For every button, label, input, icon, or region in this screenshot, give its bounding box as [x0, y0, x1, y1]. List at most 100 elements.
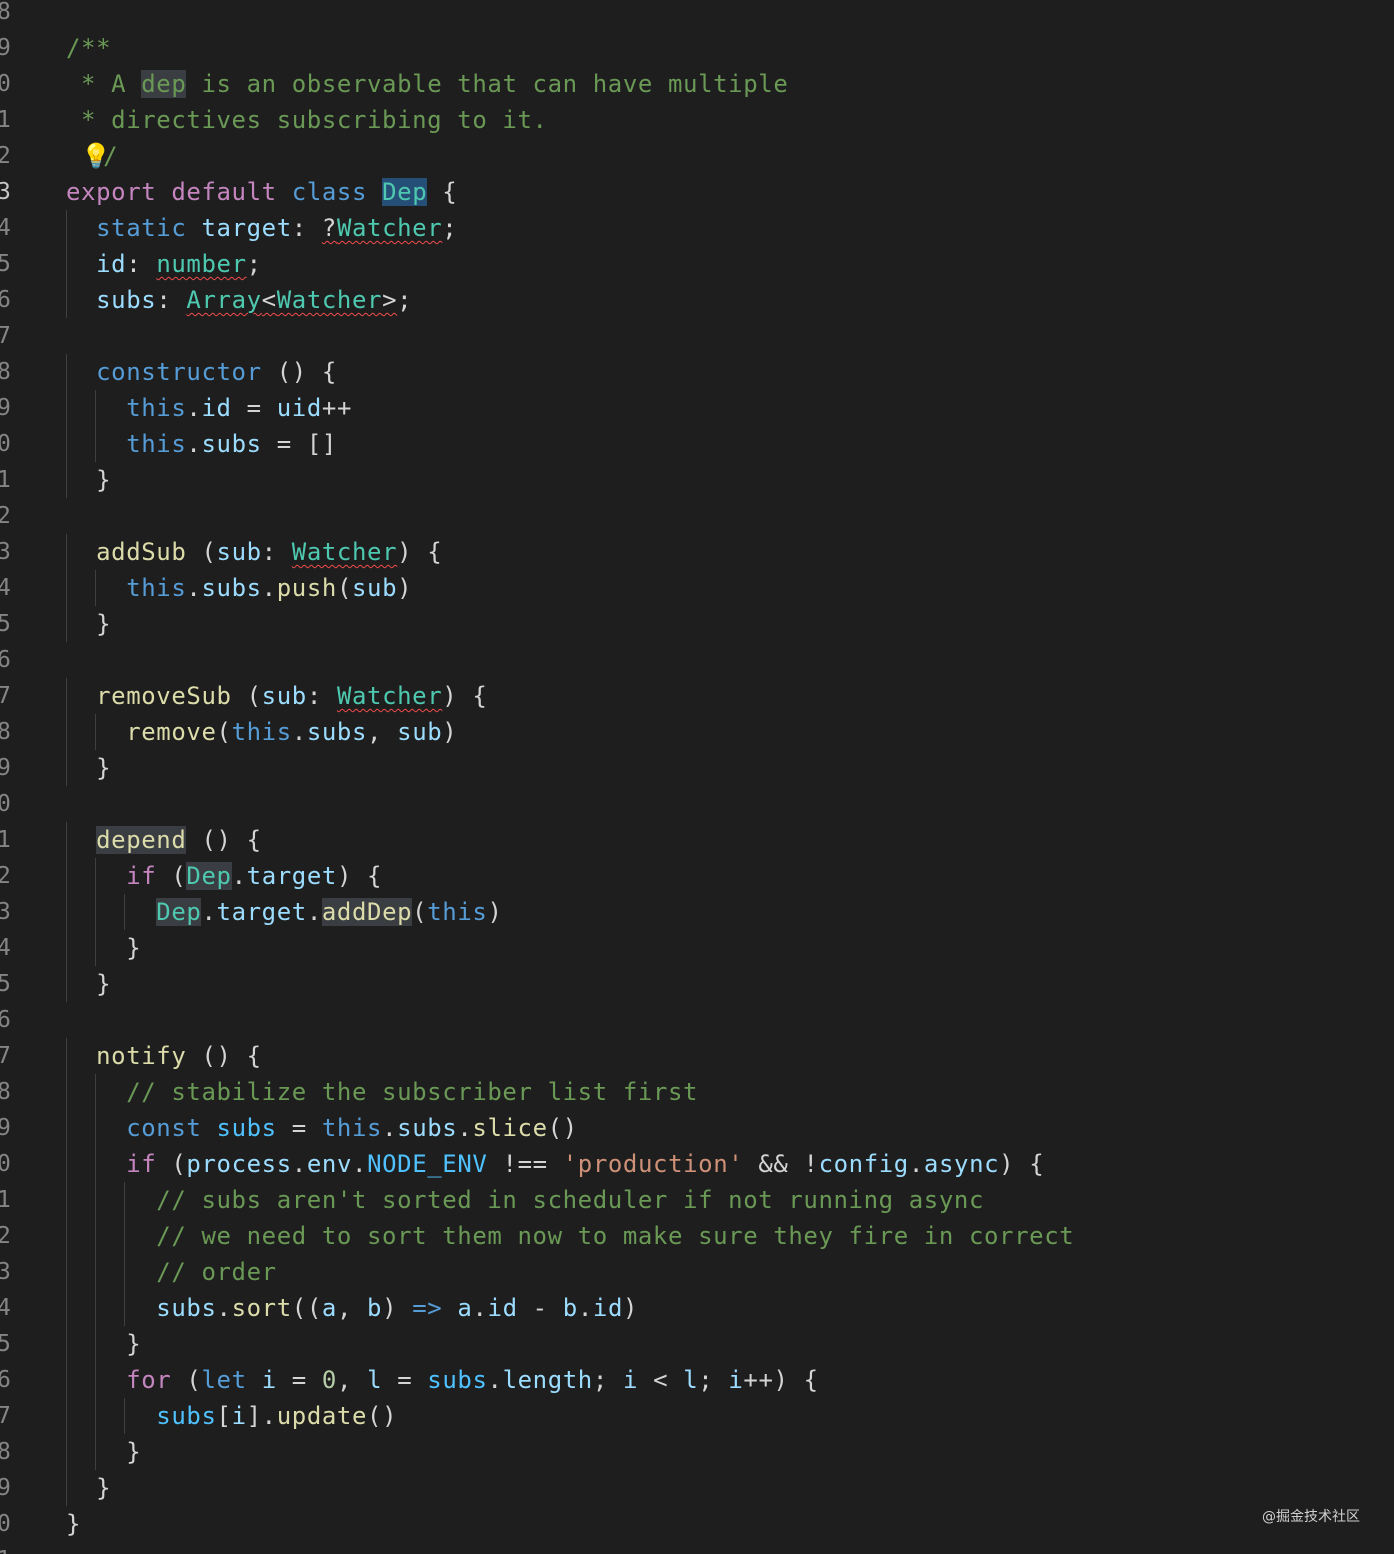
lightbulb-icon[interactable]: 💡: [81, 138, 111, 174]
code-line[interactable]: 0}: [0, 1506, 1394, 1542]
code-token: (: [156, 862, 187, 890]
code-text: * A dep is an observable that can have m…: [66, 66, 788, 102]
line-number: 8: [0, 359, 11, 385]
code-line[interactable]: 1 * directives subscribing to it.: [0, 102, 1394, 138]
code-token: sub: [216, 538, 262, 566]
code-text: // order: [66, 1254, 277, 1290]
code-token: this: [126, 394, 187, 422]
code-line[interactable]: 7 notify () {: [0, 1038, 1394, 1074]
code-token: }: [66, 934, 142, 962]
code-line[interactable]: 6 subs: Array<Watcher>;: [0, 282, 1394, 318]
code-token: for: [126, 1366, 172, 1394]
code-line[interactable]: 0: [0, 786, 1394, 822]
code-token: process: [186, 1150, 292, 1178]
code-line[interactable]: 8 }: [0, 1434, 1394, 1470]
code-line[interactable]: 1: [0, 1542, 1394, 1554]
code-text: }: [66, 750, 111, 786]
code-token: ;: [397, 286, 413, 314]
code-line[interactable]: 2 // we need to sort them now to make su…: [0, 1218, 1394, 1254]
code-line[interactable]: 9 }: [0, 750, 1394, 786]
code-text: subs.sort((a, b) => a.id - b.id): [66, 1290, 638, 1326]
code-text: }: [66, 462, 111, 498]
code-line[interactable]: 0 this.subs = []: [0, 426, 1394, 462]
code-token: depend: [96, 826, 187, 854]
code-line[interactable]: 5 }: [0, 606, 1394, 642]
code-line[interactable]: 4 static target: ?Watcher;: [0, 210, 1394, 246]
code-token: >: [382, 286, 398, 314]
code-token: dep: [141, 70, 187, 98]
line-number: 8: [0, 719, 11, 745]
code-line[interactable]: 8 // stabilize the subscriber list first: [0, 1074, 1394, 1110]
code-token: Array: [186, 286, 262, 314]
code-line[interactable]: 8 remove(this.subs, sub): [0, 714, 1394, 750]
code-line[interactable]: 1 depend () {: [0, 822, 1394, 858]
code-line[interactable]: 5 }: [0, 1326, 1394, 1362]
code-line[interactable]: 0 * A dep is an observable that can have…: [0, 66, 1394, 102]
code-token: length: [502, 1366, 593, 1394]
code-token: 'production': [562, 1150, 744, 1178]
code-line[interactable]: 9 this.id = uid++: [0, 390, 1394, 426]
code-line[interactable]: 8: [0, 0, 1394, 30]
code-line[interactable]: 6 for (let i = 0, l = subs.length; i < l…: [0, 1362, 1394, 1398]
code-token: id: [201, 394, 232, 422]
code-token: NODE_ENV: [367, 1150, 488, 1178]
code-line[interactable]: 8 constructor () {: [0, 354, 1394, 390]
code-token: removeSub: [96, 682, 232, 710]
code-token: subs: [201, 574, 262, 602]
code-line[interactable]: 2 💡/: [0, 138, 1394, 174]
code-token: (): [547, 1114, 578, 1142]
code-text: subs: Array<Watcher>;: [66, 282, 412, 318]
code-line[interactable]: 0 if (process.env.NODE_ENV !== 'producti…: [0, 1146, 1394, 1182]
code-token: .: [186, 574, 202, 602]
code-line[interactable]: 1 // subs aren't sorted in scheduler if …: [0, 1182, 1394, 1218]
code-token: sort: [231, 1294, 292, 1322]
code-token: subs: [397, 1114, 458, 1142]
code-line[interactable]: 6: [0, 1002, 1394, 1038]
code-token: :: [291, 214, 322, 242]
code-token: !==: [487, 1150, 563, 1178]
code-line[interactable]: 7: [0, 318, 1394, 354]
code-line[interactable]: 1 }: [0, 462, 1394, 498]
code-line[interactable]: 5 id: number;: [0, 246, 1394, 282]
code-token: // subs aren't sorted in scheduler if no…: [156, 1186, 985, 1214]
code-line[interactable]: 3 // order: [0, 1254, 1394, 1290]
code-text: this.subs = []: [66, 426, 337, 462]
code-line[interactable]: 9 }: [0, 1470, 1394, 1506]
code-line[interactable]: 6: [0, 642, 1394, 678]
code-token: subs: [156, 1402, 217, 1430]
line-number: 3: [0, 179, 11, 205]
code-line[interactable]: 9 /**: [0, 30, 1394, 66]
code-line[interactable]: 7 removeSub (sub: Watcher) {: [0, 678, 1394, 714]
code-line[interactable]: 4 }: [0, 930, 1394, 966]
code-line[interactable]: 2: [0, 498, 1394, 534]
code-line[interactable]: 5 }: [0, 966, 1394, 1002]
line-number: 0: [0, 1511, 11, 1537]
code-token: <: [638, 1366, 684, 1394]
code-token: config: [818, 1150, 909, 1178]
code-token: (: [336, 574, 352, 602]
code-line[interactable]: 9 const subs = this.subs.slice(): [0, 1110, 1394, 1146]
code-line[interactable]: 3 Dep.target.addDep(this): [0, 894, 1394, 930]
code-line[interactable]: 3 export default class Dep {: [0, 174, 1394, 210]
code-line[interactable]: 4 subs.sort((a, b) => a.id - b.id): [0, 1290, 1394, 1326]
code-editor[interactable]: @掘金技术社区 8 9/** 0 * A dep is an observable …: [0, 0, 1394, 1554]
code-text: }: [66, 1326, 141, 1362]
code-token: subs: [156, 1294, 217, 1322]
line-number: 7: [0, 1043, 11, 1069]
line-number: 8: [0, 1439, 11, 1465]
code-line[interactable]: 7 subs[i].update(): [0, 1398, 1394, 1434]
code-token: notify: [96, 1042, 187, 1070]
code-line[interactable]: 3 addSub (sub: Watcher) {: [0, 534, 1394, 570]
line-number: 4: [0, 1295, 11, 1321]
code-token: (: [171, 1366, 202, 1394]
code-line[interactable]: 2 if (Dep.target) {: [0, 858, 1394, 894]
code-text: }: [66, 606, 111, 642]
code-token: static: [96, 214, 187, 242]
code-line[interactable]: 4 this.subs.push(sub): [0, 570, 1394, 606]
